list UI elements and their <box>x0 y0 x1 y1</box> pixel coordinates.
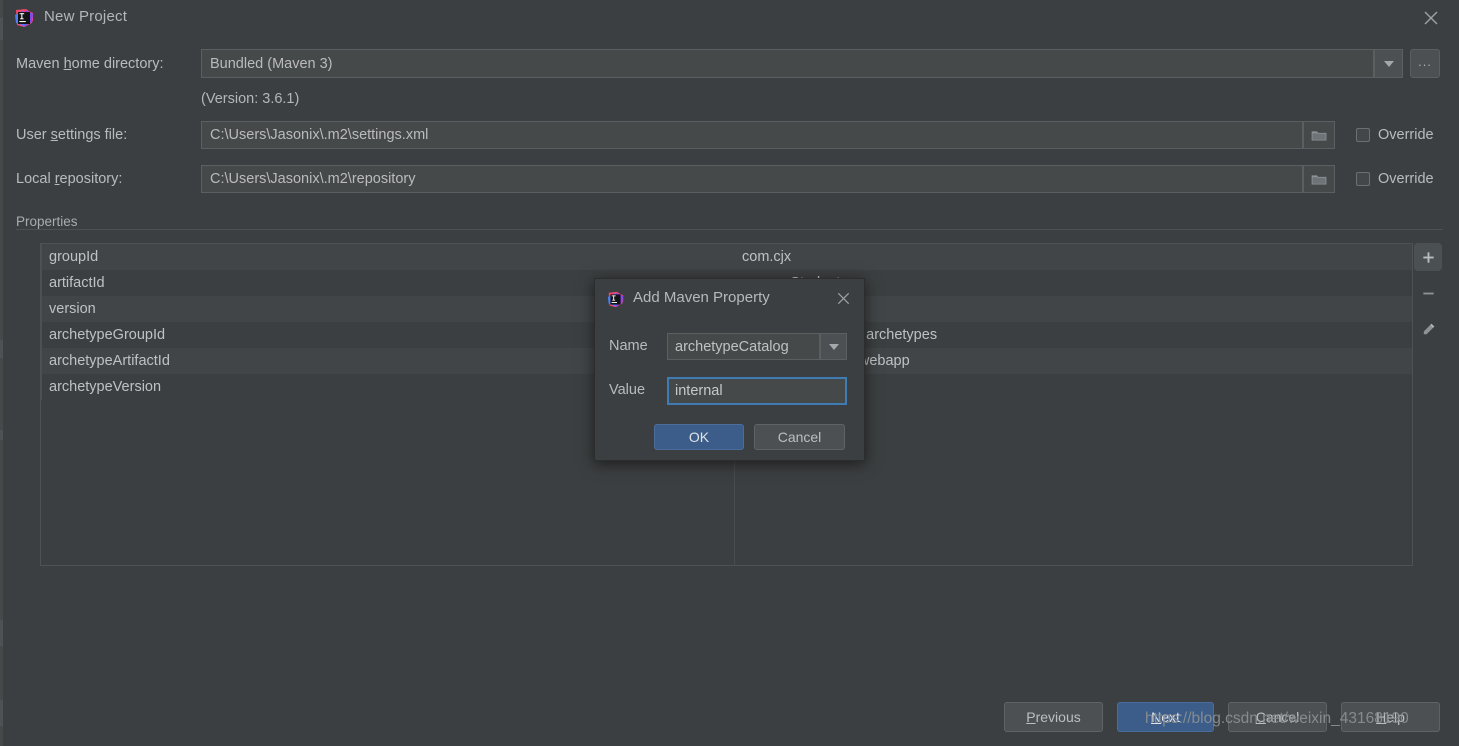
maven-version-note: (Version: 3.6.1) <box>201 91 300 107</box>
window-edge-strip <box>0 0 3 746</box>
remove-property-button[interactable] <box>1414 279 1442 307</box>
modal-value-input[interactable]: internal <box>667 377 847 405</box>
row-left-border <box>41 296 42 322</box>
folder-icon[interactable] <box>1303 121 1335 149</box>
local-repository-label: Local repository: <box>16 171 123 187</box>
close-icon[interactable] <box>835 290 852 307</box>
add-property-button[interactable] <box>1414 243 1442 271</box>
properties-group-divider <box>16 229 1443 230</box>
maven-home-browse-button[interactable]: ... <box>1410 49 1440 78</box>
watermark-url: https://blog.csdn.net/weixin_43168190 <box>1145 710 1409 727</box>
modal-ok-button[interactable]: OK <box>654 424 744 450</box>
user-settings-value: C:\Users\Jasonix\.m2\settings.xml <box>210 127 429 143</box>
table-row[interactable]: groupId com.cjx <box>41 244 1412 270</box>
row-left-border <box>41 244 42 270</box>
maven-home-value: Bundled (Maven 3) <box>210 55 333 72</box>
modal-value-label: Value <box>609 382 646 398</box>
property-key-cell[interactable]: groupId <box>41 249 734 265</box>
user-settings-override-checkbox[interactable] <box>1356 128 1370 142</box>
property-value-cell[interactable]: com.cjx <box>734 249 1412 265</box>
properties-toolbar <box>1413 243 1443 373</box>
chevron-down-icon[interactable] <box>820 333 847 360</box>
close-icon[interactable] <box>1421 8 1441 28</box>
modal-name-label: Name <box>609 338 648 354</box>
modal-name-value: archetypeCatalog <box>675 338 789 355</box>
row-left-border <box>41 348 42 374</box>
title-bar: New Project <box>0 0 1459 36</box>
maven-home-combo[interactable]: Bundled (Maven 3) <box>201 49 1374 78</box>
user-settings-override-label: Override <box>1378 127 1434 143</box>
chevron-down-icon[interactable] <box>1374 49 1403 78</box>
modal-title: Add Maven Property <box>633 289 770 306</box>
row-left-border <box>41 374 42 400</box>
folder-icon[interactable] <box>1303 165 1335 193</box>
local-repository-input[interactable]: C:\Users\Jasonix\.m2\repository <box>201 165 1303 193</box>
local-repository-override-checkbox[interactable] <box>1356 172 1370 186</box>
maven-home-label: Maven home directory: <box>16 56 164 72</box>
intellij-idea-icon <box>14 8 34 28</box>
intellij-idea-icon <box>607 291 624 308</box>
local-repository-override-label: Override <box>1378 171 1434 187</box>
new-project-dialog: New Project Maven home directory: Bundle… <box>0 0 1459 746</box>
properties-group-label: Properties <box>16 214 84 229</box>
user-settings-override[interactable]: Override <box>1356 127 1434 143</box>
local-repository-override[interactable]: Override <box>1356 171 1434 187</box>
user-settings-input[interactable]: C:\Users\Jasonix\.m2\settings.xml <box>201 121 1303 149</box>
local-repository-value: C:\Users\Jasonix\.m2\repository <box>210 171 416 187</box>
add-maven-property-dialog: Add Maven Property Name archetypeCatalog… <box>594 278 865 461</box>
user-settings-label: User settings file: <box>16 127 128 143</box>
previous-button[interactable]: Previous <box>1004 702 1103 732</box>
modal-value-text: internal <box>675 383 723 399</box>
row-left-border <box>41 270 42 296</box>
modal-cancel-button[interactable]: Cancel <box>754 424 845 450</box>
modal-name-combo[interactable]: archetypeCatalog <box>667 333 820 360</box>
window-title: New Project <box>44 8 128 25</box>
edit-property-button[interactable] <box>1414 315 1442 343</box>
row-left-border <box>41 322 42 348</box>
